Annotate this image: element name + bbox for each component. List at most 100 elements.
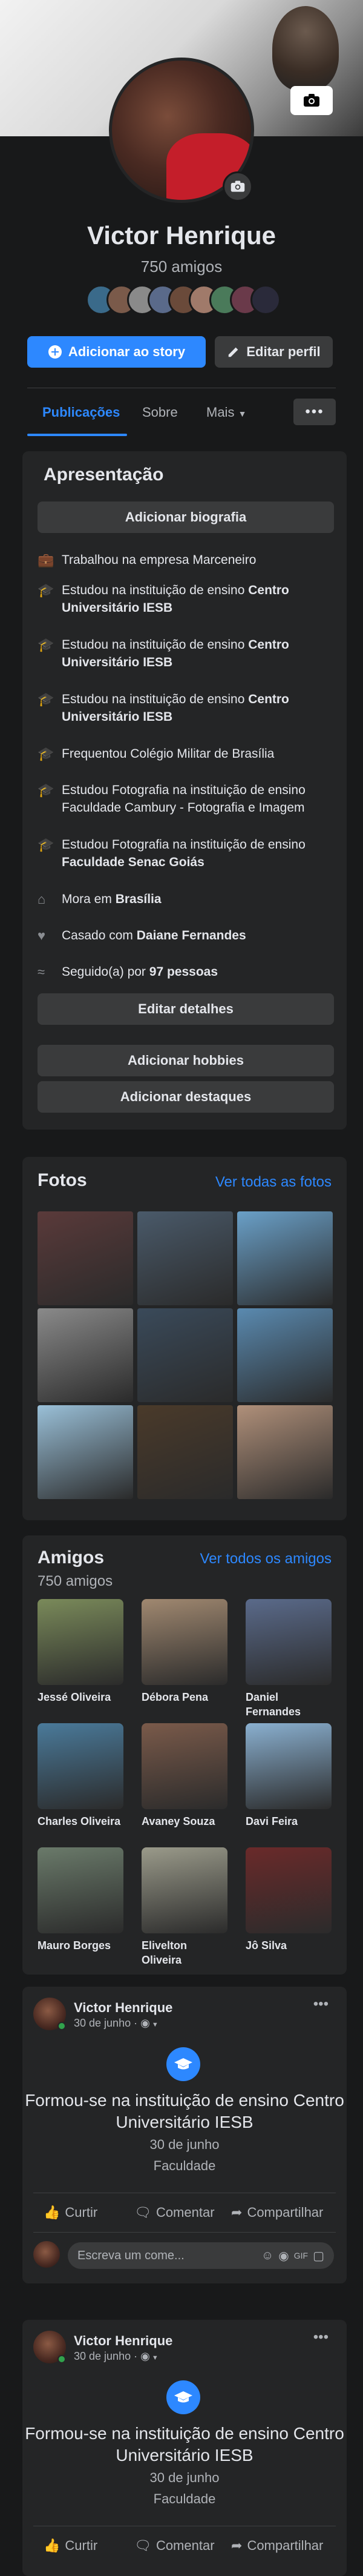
intro-card: Apresentação Adicionar biografia 💼 Traba… — [22, 451, 347, 1130]
edit-profile-picture-button[interactable] — [223, 171, 253, 202]
tab-mais[interactable]: Mais ▼ — [206, 405, 246, 420]
post-options-button[interactable]: ••• — [313, 1996, 329, 2013]
more-options-button[interactable]: ••• — [293, 399, 336, 425]
friend-photo[interactable] — [38, 1847, 123, 1933]
friend-photo[interactable] — [142, 1599, 227, 1685]
photo-thumbnail[interactable] — [137, 1405, 233, 1499]
privacy-icon: ◉ — [140, 2017, 150, 2029]
add-to-story-button[interactable]: Adicionar ao story — [27, 336, 206, 368]
share-button[interactable]: ➦ Compartilhar — [231, 2205, 323, 2220]
tab-publicacoes[interactable]: Publicações — [42, 405, 120, 420]
tab-sobre[interactable]: Sobre — [142, 405, 178, 420]
privacy-icon: ◉ — [140, 2350, 150, 2362]
caret-down-icon: ▼ — [238, 409, 247, 419]
sticker-icon[interactable]: ▢ — [313, 2248, 324, 2263]
photo-thumbnail[interactable] — [137, 1211, 233, 1305]
photo-thumbnail[interactable] — [237, 1211, 333, 1305]
post-date[interactable]: 30 de junho · ◉ ▼ — [74, 2350, 159, 2363]
friend-name[interactable]: Avaney Souza — [142, 1814, 227, 1829]
profile-tabs: Publicações Sobre Mais ▼ ••• — [27, 394, 336, 436]
add-bio-button[interactable]: Adicionar biografia — [38, 502, 334, 533]
photo-thumbnail[interactable] — [38, 1308, 133, 1402]
friend-name[interactable]: Elivelton Oliveira — [142, 1938, 227, 1967]
friend-tile[interactable]: Débora Pena — [142, 1599, 227, 1704]
photo-thumbnail[interactable] — [38, 1405, 133, 1499]
edit-details-button[interactable]: Editar detalhes — [38, 993, 334, 1025]
post-author[interactable]: Victor Henrique — [74, 2333, 172, 2349]
like-button[interactable]: 👍 Curtir — [44, 2538, 97, 2554]
graduation-cap-icon: 🎓 — [38, 692, 54, 707]
friend-name[interactable]: Charles Oliveira — [38, 1814, 123, 1829]
friend-photo[interactable] — [246, 1723, 332, 1809]
camera-icon[interactable]: ◉ — [278, 2248, 289, 2263]
friend-photo[interactable] — [246, 1599, 332, 1685]
caret-down-icon: ▼ — [149, 2021, 159, 2028]
photo-thumbnail[interactable] — [237, 1405, 333, 1499]
friend-tile[interactable]: Davi Feira — [246, 1723, 332, 1829]
friend-name[interactable]: Jô Silva — [246, 1938, 332, 1953]
friends-count: 750 amigos — [38, 1573, 113, 1589]
friend-photo[interactable] — [246, 1847, 332, 1933]
home-icon: ⌂ — [38, 892, 46, 907]
graduation-cap-icon: 🎓 — [38, 837, 54, 852]
friends-title: Amigos — [38, 1548, 105, 1568]
share-button[interactable]: ➦ Compartilhar — [231, 2538, 323, 2554]
friend-name[interactable]: Mauro Borges — [38, 1938, 123, 1953]
friend-photo[interactable] — [142, 1847, 227, 1933]
emoji-icon[interactable]: ☺ — [261, 2249, 273, 2263]
intro-item-education: 🎓 Estudou na instituição de ensino Centr… — [38, 636, 334, 671]
add-hobbies-button[interactable]: Adicionar hobbies — [38, 1045, 334, 1076]
speech-bubble-icon: 🗨 — [134, 2205, 151, 2220]
comment-button[interactable]: 🗨 Comentar — [134, 2538, 215, 2554]
edit-cover-button[interactable] — [290, 86, 333, 115]
friend-tile[interactable]: Elivelton Oliveira — [142, 1847, 227, 1967]
graduation-cap-icon — [166, 2380, 200, 2414]
post-options-button[interactable]: ••• — [313, 2329, 329, 2346]
intro-item-education: 🎓 Estudou na instituição de ensino Centr… — [38, 690, 334, 726]
friend-photo[interactable] — [38, 1599, 123, 1685]
add-highlights-button[interactable]: Adicionar destaques — [38, 1081, 334, 1113]
friend-tile[interactable]: Charles Oliveira — [38, 1723, 123, 1829]
friend-name[interactable]: Débora Pena — [142, 1690, 227, 1704]
see-all-photos-link[interactable]: Ver todas as fotos — [215, 1174, 332, 1191]
share-arrow-icon: ➦ — [231, 2538, 243, 2553]
caret-down-icon: ▼ — [149, 2354, 159, 2362]
friend-tile[interactable]: Avaney Souza — [142, 1723, 227, 1829]
post-date[interactable]: 30 de junho · ◉ ▼ — [74, 2017, 159, 2030]
life-event-date: 30 de junho — [149, 2470, 220, 2485]
intro-item-education: 🎓 Estudou Fotografia na instituição de e… — [38, 781, 334, 816]
photos-title: Fotos — [38, 1170, 87, 1190]
graduation-cap-icon: 🎓 — [38, 583, 54, 598]
avatar[interactable] — [250, 285, 281, 315]
friend-tile[interactable]: Daniel Fernandes — [246, 1599, 332, 1719]
post-author[interactable]: Victor Henrique — [74, 2000, 172, 2016]
friend-tile[interactable]: Jô Silva — [246, 1847, 332, 1953]
see-all-friends-link[interactable]: Ver todos os amigos — [200, 1551, 332, 1568]
photo-thumbnail[interactable] — [38, 1211, 133, 1305]
friend-name[interactable]: Davi Feira — [246, 1814, 332, 1829]
gif-icon[interactable]: GIF — [294, 2251, 308, 2260]
friends-avatar-stack[interactable] — [86, 285, 281, 317]
comment-button[interactable]: 🗨 Comentar — [134, 2205, 215, 2220]
edit-profile-button[interactable]: Editar perfil — [215, 336, 333, 368]
friend-tile[interactable]: Jessé Oliveira — [38, 1599, 123, 1704]
photo-thumbnail[interactable] — [237, 1308, 333, 1402]
comment-input[interactable]: Escreva um come... ☺ ◉ GIF ▢ — [68, 2242, 334, 2269]
friend-tile[interactable]: Mauro Borges — [38, 1847, 123, 1953]
intro-item-followers: ≈ Seguido(a) por 97 pessoas — [38, 964, 218, 979]
life-event-title: Formou-se na instituição de ensino Centr… — [25, 2424, 344, 2465]
life-event-title: Formou-se na instituição de ensino Centr… — [25, 2091, 344, 2131]
friend-name[interactable]: Jessé Oliveira — [38, 1690, 123, 1704]
plus-circle-icon — [48, 345, 62, 359]
profile-friends-count[interactable]: 750 amigos — [0, 257, 363, 276]
like-button[interactable]: 👍 Curtir — [44, 2205, 97, 2220]
friends-card: Amigos Ver todos os amigos 750 amigos Je… — [22, 1535, 347, 1975]
friend-photo[interactable] — [38, 1723, 123, 1809]
friend-photo[interactable] — [142, 1723, 227, 1809]
life-event-date: 30 de junho — [149, 2137, 220, 2152]
divider — [33, 2232, 336, 2233]
life-event-category: Faculdade — [153, 2491, 216, 2506]
friend-name[interactable]: Daniel Fernandes — [246, 1690, 332, 1719]
post-card: Victor Henrique 30 de junho · ◉ ▼ ••• Fo… — [22, 1987, 347, 2283]
photo-thumbnail[interactable] — [137, 1308, 233, 1402]
